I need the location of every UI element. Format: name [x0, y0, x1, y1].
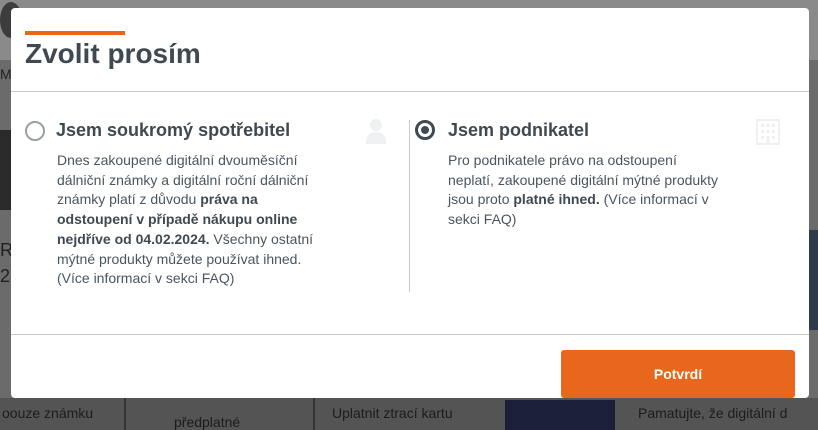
option-title: Jsem podnikatel: [448, 120, 590, 140]
footer-divider: [11, 334, 809, 335]
option-description: Dnes zakoupené digitální dvouměsíční dál…: [57, 151, 337, 289]
person-icon: [366, 119, 386, 144]
background-card-image: [505, 400, 615, 430]
confirm-button[interactable]: Potvrdí: [561, 350, 795, 398]
title-accent-bar: [25, 31, 125, 35]
description-emphasis: platné ihned.: [513, 191, 600, 208]
background-card-edge: [124, 398, 126, 430]
building-icon: [756, 119, 780, 145]
background-card-edge: [313, 398, 315, 430]
choice-dialog: Zvolit prosím Jsem soukromý spotřebitel …: [11, 8, 809, 398]
background-text: předplatné: [174, 414, 241, 430]
header-divider: [11, 91, 809, 92]
background-banner-right: [808, 230, 818, 330]
option-description: Pro podnikatele právo na odstoupení nepl…: [448, 151, 726, 230]
dialog-title: Zvolit prosím: [25, 38, 201, 69]
options-divider: [409, 120, 410, 292]
business-radio[interactable]: [415, 120, 435, 140]
background-text: Uplatnit ztrací kartu: [332, 405, 453, 421]
consumer-radio[interactable]: [25, 121, 45, 141]
description-text: Dnes zakoupené digitální dvouměsíční dál…: [57, 152, 309, 208]
background-text: oouze známku: [2, 405, 94, 421]
background-text: Pamatujte, že digitální d: [638, 405, 788, 421]
background-text: 2: [0, 266, 11, 286]
option-title: Jsem soukromý spotřebitel: [56, 120, 291, 140]
